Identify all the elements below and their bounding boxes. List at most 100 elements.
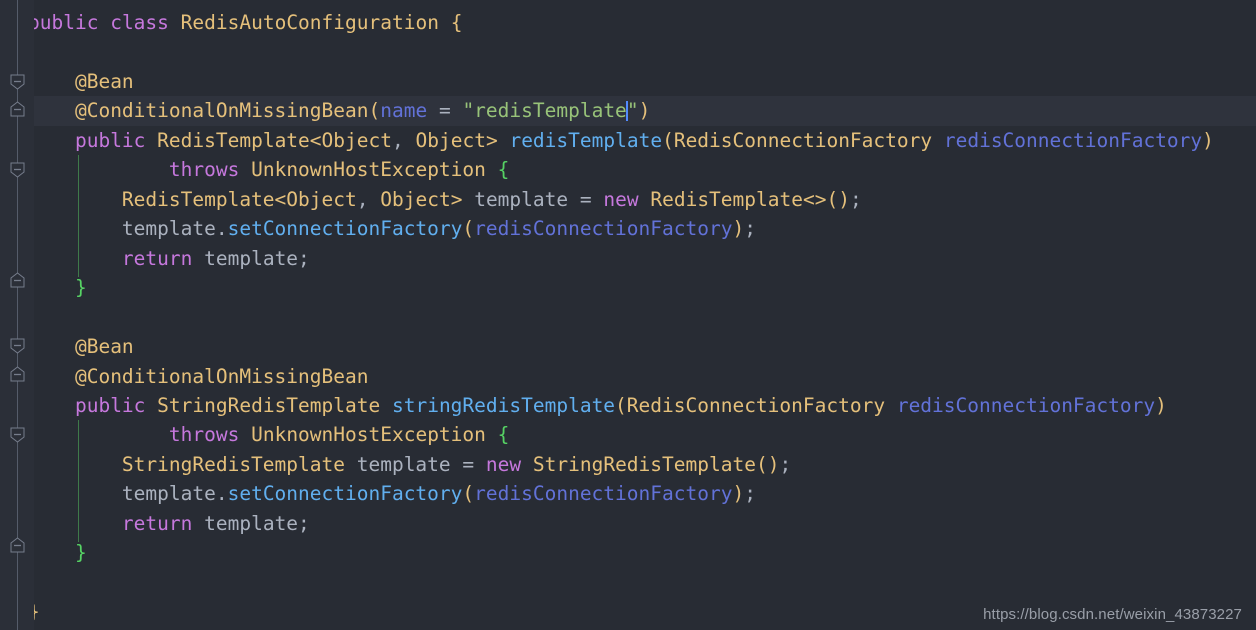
code-line[interactable]: return template; bbox=[0, 509, 1256, 539]
code-line[interactable]: return template; bbox=[0, 244, 1256, 274]
code-line[interactable]: throws UnknownHostException { bbox=[0, 155, 1256, 185]
code-token: ( bbox=[662, 129, 674, 152]
indent-guide bbox=[78, 420, 79, 542]
code-editor-screenshot: ( ) . public class RedisAutoConfiguratio… bbox=[0, 0, 1256, 630]
code-text-area[interactable]: public class RedisAutoConfiguration { @B… bbox=[0, 0, 1256, 630]
code-token: { bbox=[497, 423, 510, 446]
code-line[interactable]: template.setConnectionFactory(redisConne… bbox=[0, 479, 1256, 509]
code-line[interactable] bbox=[0, 37, 1256, 67]
code-line[interactable] bbox=[0, 568, 1256, 598]
fold-start-icon[interactable] bbox=[9, 426, 26, 443]
code-token: ; bbox=[779, 453, 792, 476]
code-token: @ConditionalOnMissingBean bbox=[74, 99, 369, 122]
code-token: public bbox=[74, 394, 146, 417]
code-token: > bbox=[450, 188, 463, 211]
code-line[interactable]: StringRedisTemplate template = new Strin… bbox=[0, 450, 1256, 480]
code-token: name bbox=[380, 99, 428, 122]
code-token: Object bbox=[321, 129, 392, 152]
code-token: ( bbox=[462, 217, 475, 240]
fold-end-icon[interactable] bbox=[9, 101, 26, 118]
code-token: = bbox=[462, 453, 475, 476]
fold-start-icon[interactable] bbox=[9, 73, 26, 90]
code-line[interactable]: throws UnknownHostException { bbox=[0, 420, 1256, 450]
fold-end-icon[interactable] bbox=[9, 537, 26, 554]
watermark-url: https://blog.csdn.net/weixin_43873227 bbox=[983, 606, 1242, 623]
code-token: StringRedisTemplate bbox=[121, 453, 345, 476]
code-token: , bbox=[392, 129, 404, 152]
code-line[interactable]: } bbox=[0, 538, 1256, 568]
code-token: @ConditionalOnMissingBean bbox=[74, 365, 369, 388]
code-token: redisTemplate bbox=[509, 129, 663, 152]
code-line[interactable]: @ConditionalOnMissingBean(name = "redisT… bbox=[0, 96, 1256, 126]
code-token: RedisTemplate bbox=[650, 188, 803, 211]
code-line[interactable]: template.setConnectionFactory(redisConne… bbox=[0, 214, 1256, 244]
fold-start-icon[interactable] bbox=[9, 161, 26, 178]
code-token: redisConnectionFactory bbox=[474, 217, 733, 240]
code-line-text: @ConditionalOnMissingBean bbox=[0, 362, 369, 392]
code-token: template bbox=[204, 512, 299, 535]
code-token: UnknownHostException bbox=[251, 158, 486, 181]
code-token: RedisTemplate bbox=[121, 188, 275, 211]
code-line[interactable]: @Bean bbox=[0, 332, 1256, 362]
code-line[interactable] bbox=[0, 303, 1256, 333]
code-token: . bbox=[215, 482, 228, 505]
code-token: throws bbox=[168, 423, 240, 446]
code-token: return bbox=[121, 247, 193, 270]
code-token: stringRedisTemplate bbox=[391, 394, 616, 417]
code-token: template bbox=[474, 188, 569, 211]
code-line[interactable]: @ConditionalOnMissingBean bbox=[0, 362, 1256, 392]
code-token: UnknownHostException bbox=[251, 423, 486, 446]
code-line-text: throws UnknownHostException { bbox=[0, 155, 510, 185]
code-token: new bbox=[485, 453, 522, 476]
code-token: RedisConnectionFactory bbox=[626, 394, 886, 417]
fold-end-icon[interactable] bbox=[9, 366, 26, 383]
code-line-text: public RedisTemplate<Object, Object> red… bbox=[0, 126, 1214, 156]
code-line[interactable]: @Bean bbox=[0, 67, 1256, 97]
code-token: " bbox=[626, 99, 639, 122]
code-token: = bbox=[579, 188, 592, 211]
code-line[interactable]: } bbox=[0, 273, 1256, 303]
code-token: template bbox=[121, 482, 216, 505]
code-token: RedisConnectionFactory bbox=[673, 129, 933, 152]
editor-gutter[interactable] bbox=[0, 0, 34, 630]
code-token: } bbox=[74, 276, 87, 299]
code-line-text: template.setConnectionFactory(redisConne… bbox=[0, 214, 756, 244]
fold-end-icon[interactable] bbox=[9, 272, 26, 289]
code-token: template bbox=[356, 453, 451, 476]
fold-start-icon[interactable] bbox=[9, 337, 26, 354]
code-token: ( bbox=[615, 394, 627, 417]
code-token: ; bbox=[849, 188, 862, 211]
code-line-text: return template; bbox=[0, 244, 310, 274]
code-line[interactable]: public StringRedisTemplate stringRedisTe… bbox=[0, 391, 1256, 421]
code-token: = bbox=[438, 99, 451, 122]
code-line[interactable]: RedisTemplate<Object, Object> template =… bbox=[0, 185, 1256, 215]
gutter-vertical-line bbox=[17, 0, 18, 630]
code-token: template bbox=[121, 217, 216, 240]
code-token: setConnectionFactory bbox=[227, 217, 463, 240]
code-line[interactable]: public RedisTemplate<Object, Object> red… bbox=[0, 126, 1256, 156]
code-token: ( bbox=[368, 99, 381, 122]
code-token: ) bbox=[732, 482, 745, 505]
code-line[interactable]: public class RedisAutoConfiguration { bbox=[0, 8, 1256, 38]
code-token: ; bbox=[298, 512, 310, 535]
code-token: throws bbox=[168, 158, 240, 181]
